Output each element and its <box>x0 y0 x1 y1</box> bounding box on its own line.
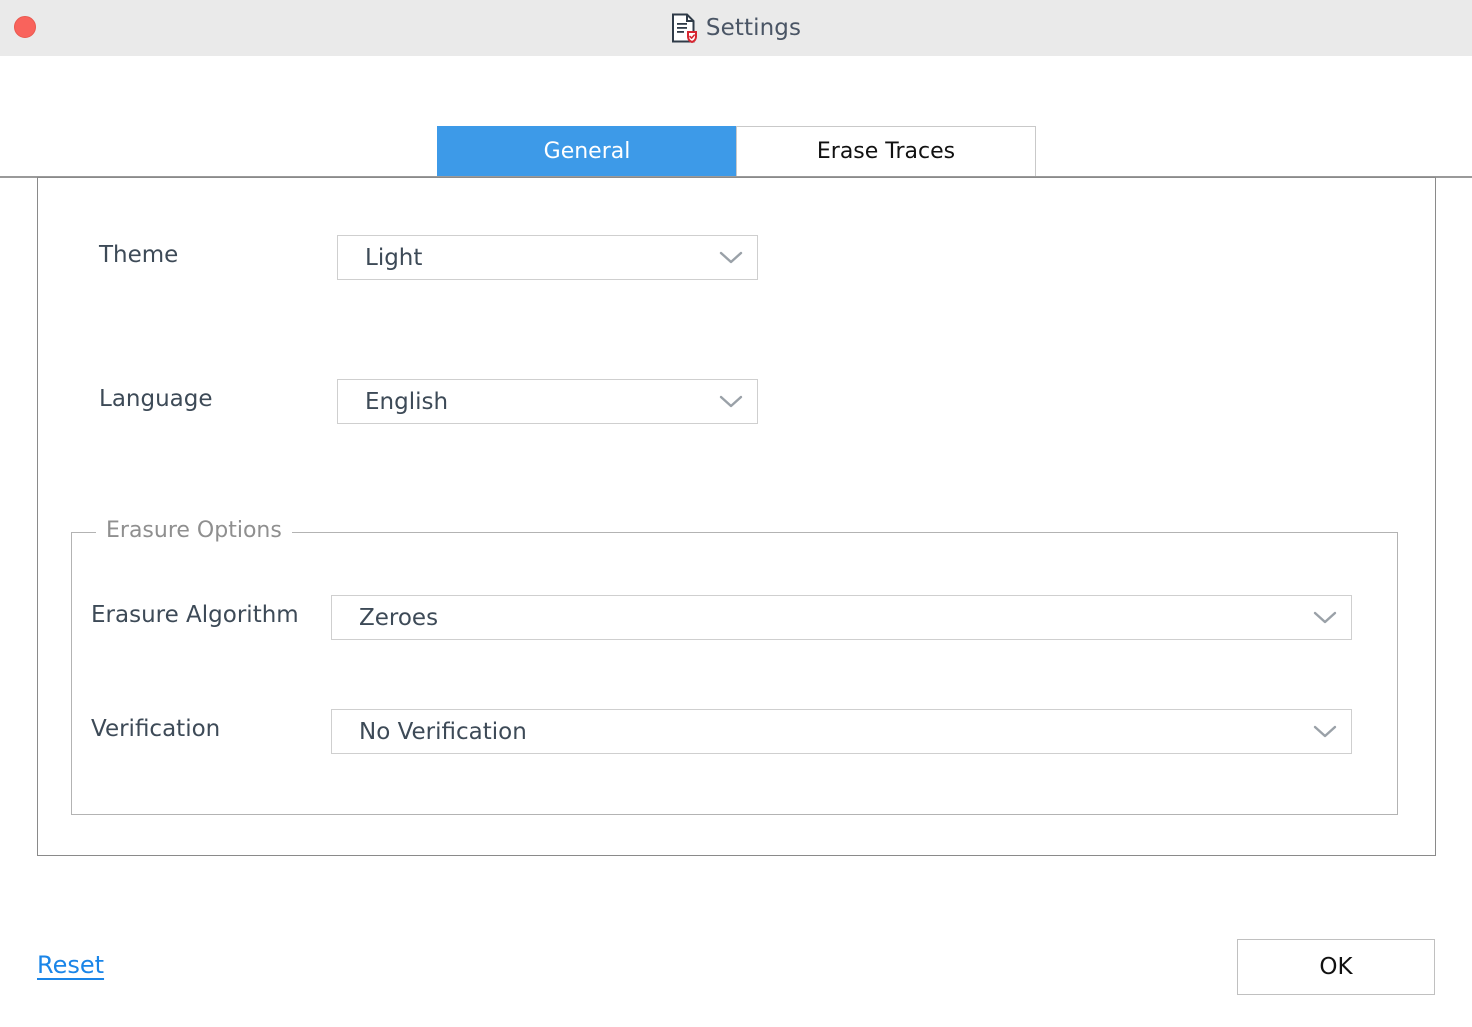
window-titlebar: Settings <box>0 0 1472 56</box>
ok-button-label: OK <box>1319 954 1353 980</box>
reset-link[interactable]: Reset <box>37 951 104 979</box>
tab-erase-traces-label: Erase Traces <box>816 139 956 164</box>
erasure-options-group <box>71 532 1398 815</box>
erasure-algorithm-select[interactable]: Zeroes <box>331 595 1352 640</box>
settings-dialog: Settings General Erase Traces Theme Ligh… <box>0 0 1472 1027</box>
tab-general[interactable]: General <box>437 126 737 177</box>
erasure-algorithm-select-value: Zeroes <box>359 604 439 631</box>
chevron-down-icon <box>1307 596 1343 639</box>
tab-erase-traces[interactable]: Erase Traces <box>736 126 1036 177</box>
tab-general-label: General <box>543 139 631 164</box>
window-title-group: Settings <box>0 0 1472 56</box>
erasure-algorithm-label: Erasure Algorithm <box>91 602 299 628</box>
chevron-down-icon <box>1307 710 1343 753</box>
erasure-options-legend: Erasure Options <box>96 518 292 543</box>
document-shield-icon <box>671 13 697 43</box>
theme-label: Theme <box>99 242 179 268</box>
theme-select-value: Light <box>365 244 423 271</box>
chevron-down-icon <box>713 380 749 423</box>
verification-select-value: No Verification <box>359 718 527 745</box>
ok-button[interactable]: OK <box>1237 939 1435 995</box>
chevron-down-icon <box>713 236 749 279</box>
language-select-value: English <box>365 388 449 415</box>
verification-select[interactable]: No Verification <box>331 709 1352 754</box>
verification-label: Verification <box>91 716 221 742</box>
language-label: Language <box>99 386 213 412</box>
window-title: Settings <box>705 15 802 41</box>
theme-select[interactable]: Light <box>337 235 758 280</box>
language-select[interactable]: English <box>337 379 758 424</box>
settings-tabbar: General Erase Traces <box>437 126 1036 177</box>
